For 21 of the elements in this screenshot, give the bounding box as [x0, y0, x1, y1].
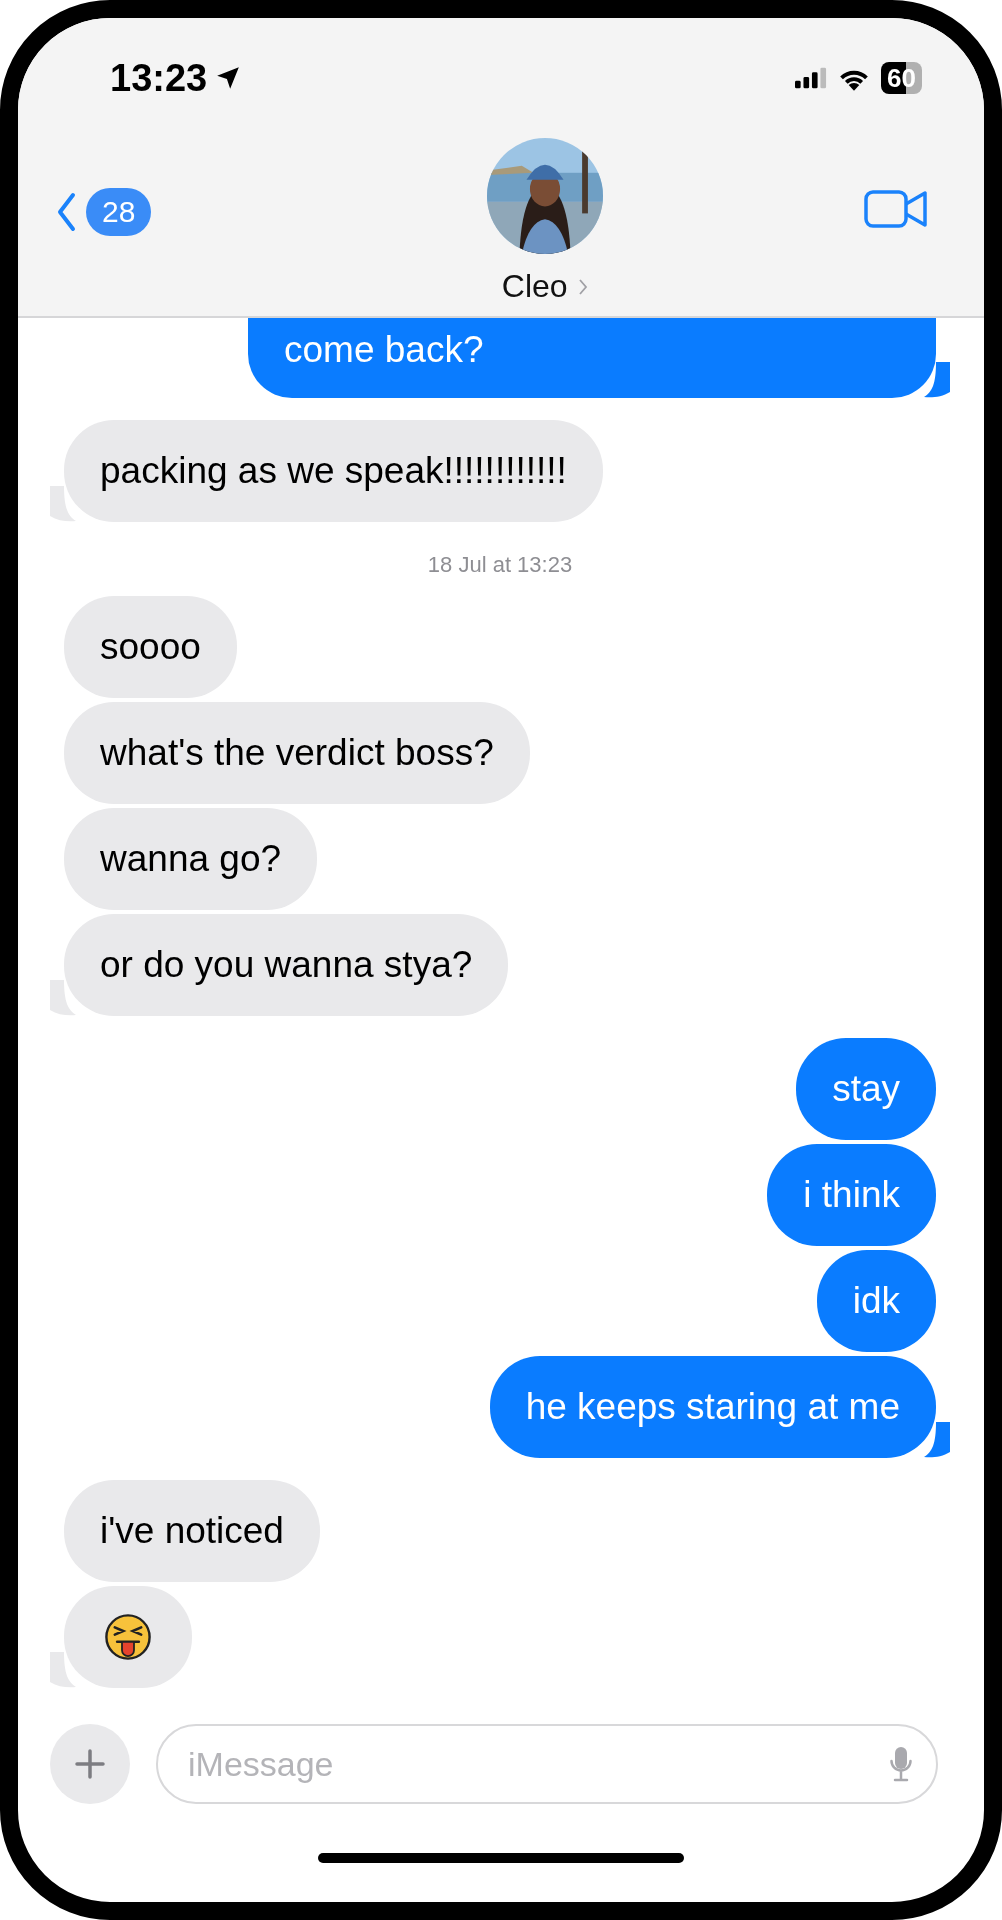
received-message: what's the verdict boss? [64, 702, 530, 804]
back-chevron-icon [56, 192, 76, 232]
contact-name[interactable]: Cleo [501, 268, 568, 305]
chevron-icon [577, 277, 588, 296]
video-camera-icon [864, 188, 928, 230]
tongue-face-icon [104, 1613, 152, 1661]
video-call-button[interactable] [864, 188, 928, 230]
sent-message: idk [816, 1250, 936, 1352]
sent-message: stay [796, 1038, 936, 1140]
signal-icon [795, 67, 828, 89]
unread-count-badge: 28 [86, 188, 152, 236]
microphone-icon [890, 1746, 912, 1782]
message-timestamp: 18 Jul at 13:23 [427, 552, 573, 578]
received-message: i've noticed [64, 1480, 320, 1582]
sent-message: i think [767, 1144, 936, 1246]
received-message: wanna go? [64, 808, 318, 910]
received-message: soooo [64, 596, 237, 698]
location-arrow-icon [215, 65, 242, 91]
plus-icon [75, 1749, 105, 1779]
status-time: 13:23 [110, 56, 208, 100]
message-input-field[interactable]: iMessage [156, 1724, 938, 1804]
